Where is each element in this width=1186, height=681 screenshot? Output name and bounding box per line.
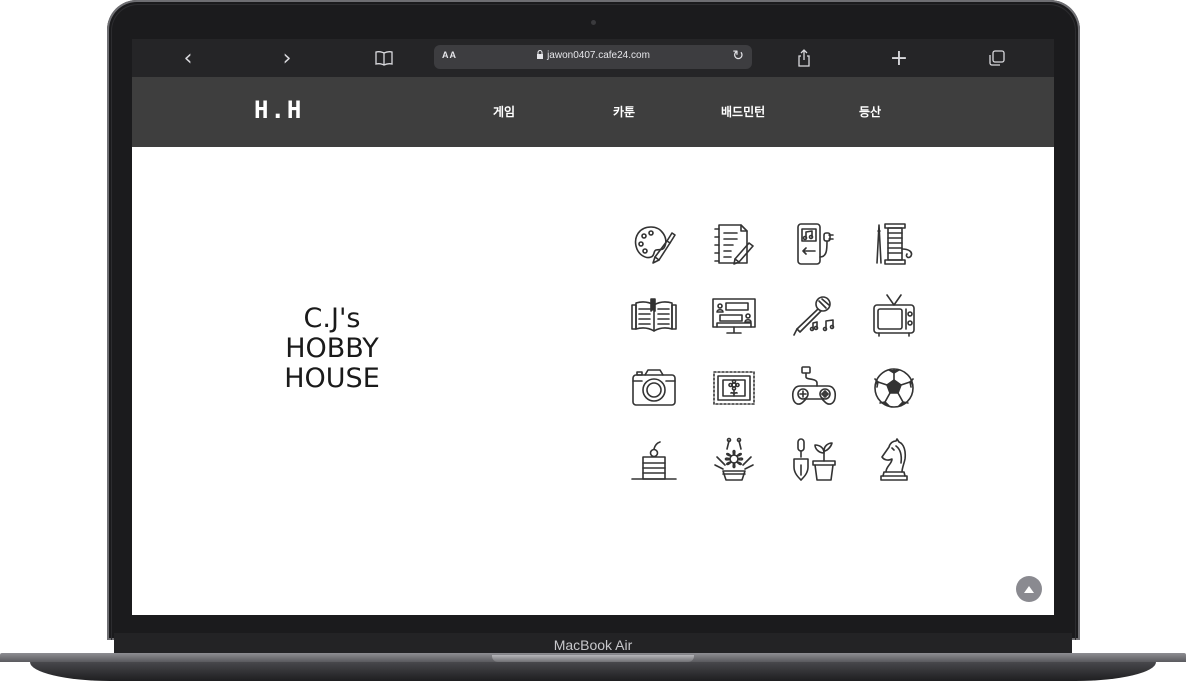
caret-up-icon [1024, 585, 1034, 593]
tabs-icon [989, 50, 1005, 66]
gamepad-icon[interactable] [789, 363, 839, 413]
garden-trowel-pot-icon[interactable] [789, 435, 839, 485]
hero-title: C.J's HOBBY HOUSE [232, 304, 432, 394]
plus-icon: + [889, 45, 909, 71]
menu-item-cartoon[interactable]: 카툰 [613, 103, 635, 120]
cake-slice-icon[interactable] [629, 435, 679, 485]
framed-flower-picture-icon[interactable] [709, 363, 759, 413]
notebook-pen-icon[interactable] [709, 219, 759, 269]
chess-knight-icon[interactable] [869, 435, 919, 485]
bookmarks-icon [375, 51, 393, 66]
reload-button[interactable]: ↻ [732, 47, 744, 64]
scroll-to-top-button[interactable] [1016, 576, 1042, 602]
flower-basket-icon[interactable] [709, 435, 759, 485]
forward-icon: › [282, 45, 292, 71]
menu-item-hiking[interactable]: 등산 [859, 103, 881, 120]
hero-title-line: C.J's [303, 303, 361, 334]
address-bar[interactable]: AA jawon0407.cafe24.com ↻ [434, 45, 752, 69]
sewing-thread-icon[interactable] [869, 219, 919, 269]
share-button[interactable] [792, 39, 816, 77]
menu-item-game[interactable]: 게임 [493, 103, 515, 120]
open-book-icon[interactable] [629, 291, 679, 341]
webcam [591, 20, 596, 25]
laptop-chin: MacBook Air [114, 633, 1072, 655]
soccer-ball-icon[interactable] [869, 363, 919, 413]
screen: ‹ › AA jawon0407.cafe24.com ↻ + H.H 게임 카… [132, 39, 1054, 615]
video-chat-monitor-icon[interactable] [709, 291, 759, 341]
retro-tv-icon[interactable] [869, 291, 919, 341]
share-icon [798, 49, 810, 67]
tabs-button[interactable] [985, 39, 1009, 77]
camera-icon[interactable] [629, 363, 679, 413]
lid-notch [492, 655, 694, 662]
bookmarks-button[interactable] [372, 39, 396, 77]
hero-title-line: HOBBY [285, 333, 379, 364]
karaoke-microphone-icon[interactable] [789, 291, 839, 341]
lock-icon [537, 49, 544, 59]
menu-item-badminton[interactable]: 배드민턴 [721, 103, 765, 120]
site-logo[interactable]: H.H [254, 96, 303, 124]
forward-button[interactable]: › [275, 39, 299, 77]
site-header: H.H 게임 카툰 배드민턴 등산 [132, 77, 1054, 147]
back-icon: ‹ [183, 45, 193, 71]
back-button[interactable]: ‹ [176, 39, 200, 77]
music-player-icon[interactable] [789, 219, 839, 269]
palette-icon[interactable] [629, 219, 679, 269]
url-text: jawon0407.cafe24.com [547, 50, 650, 61]
new-tab-button[interactable]: + [887, 39, 911, 77]
browser-toolbar: ‹ › AA jawon0407.cafe24.com ↻ + [132, 39, 1054, 77]
hero-title-line: HOUSE [284, 363, 380, 394]
device-label: MacBook Air [553, 637, 633, 653]
